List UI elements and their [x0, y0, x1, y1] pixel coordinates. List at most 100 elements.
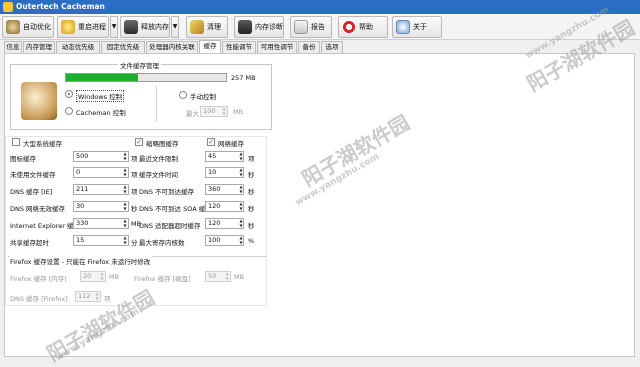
memory-chip-icon [124, 20, 138, 34]
network-cache-label: 网络缓存 [218, 140, 244, 148]
field-label: DNS 不可到达缓存 [139, 188, 195, 196]
manual-control-radio[interactable] [179, 91, 187, 99]
shared-cache-timeout-spinner[interactable]: ▲ ▼ [122, 235, 128, 246]
network-cache-checkbox[interactable]: ✓ [207, 138, 215, 146]
field-label: 未使用文件缓存 [10, 171, 56, 179]
field-label: 图标缓存 [10, 155, 36, 163]
unit-label: 秒 [248, 205, 255, 213]
cacheman-control-label: Cacheman 控制 [76, 109, 126, 117]
field-label: DNS 网络无效缓存 [10, 205, 66, 213]
restart-process-icon [61, 20, 75, 34]
dns-negative-cache-spinner[interactable]: ▲ ▼ [122, 201, 128, 212]
max-label: 最大 [186, 110, 199, 118]
windows-control-radio[interactable] [65, 90, 73, 98]
field-label: Internet Explorer 缓存 [10, 222, 81, 230]
title-bar: Outertech Cacheman [0, 0, 640, 14]
field-label: 最大寄存内核数 [139, 239, 185, 247]
firefox-disk-unit: MB [234, 273, 245, 281]
unit-label: 项 [131, 171, 138, 179]
tab-fixed-priority[interactable]: 固定优先级 [101, 41, 145, 53]
tab-options[interactable]: 选项 [321, 41, 343, 53]
window-title: Outertech Cacheman [16, 2, 105, 11]
dns-cache-ie-input[interactable]: 211 [73, 184, 129, 195]
radio-divider [156, 86, 157, 122]
tab-core-affinity[interactable]: 处理器内核关联 [146, 41, 198, 53]
dns-adapter-timeout-spinner[interactable]: ▲ ▼ [238, 218, 244, 229]
cache-file-time-spinner[interactable]: ▲ ▼ [238, 167, 244, 178]
unit-label: 项 [248, 155, 255, 163]
toolbar: 自动优化 重启进程 ▼ 释放内存 ▼ 清理 内存诊断 报告 帮助 关于 [0, 14, 640, 40]
icon-cache-spinner[interactable]: ▲ ▼ [122, 151, 128, 162]
auto-optimize-label: 自动优化 [23, 23, 51, 31]
firefox-dns-label: DNS 缓存 [Firefox] [10, 295, 68, 303]
unused-file-cache-input[interactable]: 0 [73, 167, 129, 178]
unit-label: 项 [131, 188, 138, 196]
large-system-cache-label: 大型系统缓存 [23, 140, 62, 148]
unused-file-cache-spinner[interactable]: ▲ ▼ [122, 167, 128, 178]
help-label: 帮助 [359, 23, 373, 31]
about-label: 关于 [413, 23, 427, 31]
cleanup-button[interactable]: 清理 [186, 16, 228, 38]
memory-diagnosis-button[interactable]: 内存诊断 [234, 16, 284, 38]
report-icon [294, 20, 308, 34]
field-label: 共享缓存超时 [10, 239, 49, 247]
unit-label: 秒 [248, 188, 255, 196]
firefox-dns-spinner[interactable]: ▲ ▼ [94, 291, 100, 302]
field-label: 最近文件限制 [139, 155, 178, 163]
help-button[interactable]: 帮助 [338, 16, 388, 38]
shared-cache-timeout-input[interactable]: 15 [73, 235, 129, 246]
file-cache-title: 文件缓存管理 [118, 60, 161, 70]
dns-cache-ie-spinner[interactable]: ▲ ▼ [122, 184, 128, 195]
tab-dynamic-priority[interactable]: 动态优先级 [56, 41, 100, 53]
lifebuoy-icon [342, 20, 356, 34]
large-system-cache-checkbox[interactable] [12, 138, 20, 146]
tab-cache[interactable]: 缓存 [199, 40, 221, 53]
cacheman-control-radio[interactable] [65, 107, 73, 115]
about-button[interactable]: 关于 [392, 16, 442, 38]
unit-label: 项 [131, 155, 138, 163]
tab-usability-tuning[interactable]: 可用性调节 [257, 41, 297, 53]
cleanup-label: 清理 [207, 23, 221, 31]
file-cache-progress-bar [65, 73, 227, 82]
dns-soa-cache-spinner[interactable]: ▲ ▼ [238, 201, 244, 212]
about-icon [396, 20, 410, 34]
tab-performance-tuning[interactable]: 性能调节 [222, 41, 256, 53]
dns-unreachable-cache-spinner[interactable]: ▲ ▼ [238, 184, 244, 195]
unit-label: % [248, 237, 255, 245]
firefox-memory-spinner[interactable]: ▲ ▼ [99, 271, 105, 282]
firefox-memory-label: Firefox 缓存 [内存] [10, 275, 67, 283]
recent-file-limit-spinner[interactable]: ▲ ▼ [238, 151, 244, 162]
max-registered-cores-spinner[interactable]: ▲ ▼ [238, 235, 244, 246]
tab-backup[interactable]: 备份 [298, 41, 320, 53]
windows-control-label: Windows 控制 [76, 90, 125, 102]
icon-cache-input[interactable]: 500 [73, 151, 129, 162]
file-cache-progress-fill [66, 74, 138, 81]
firefox-disk-label: Firefox 缓存 [磁盘] [134, 275, 191, 283]
restart-process-button[interactable]: 重启进程 [57, 16, 109, 38]
thumbnail-cache-checkbox[interactable]: ✓ [135, 138, 143, 146]
app-icon [3, 2, 13, 12]
firefox-disk-spinner[interactable]: ▲ ▼ [224, 271, 230, 282]
auto-optimize-icon [6, 20, 20, 34]
free-memory-button[interactable]: 释放内存 [120, 16, 170, 38]
dns-negative-cache-input[interactable]: 30 [73, 201, 129, 212]
ie-cache-input[interactable]: 330 [73, 218, 129, 229]
manual-control-label: 手动控制 [190, 93, 216, 101]
free-memory-dropdown[interactable]: ▼ [171, 16, 179, 38]
unit-label: 秒 [131, 205, 138, 213]
restart-process-dropdown[interactable]: ▼ [110, 16, 118, 38]
broom-icon [190, 20, 204, 34]
cache-tools-icon [21, 82, 57, 120]
auto-optimize-button[interactable]: 自动优化 [2, 16, 54, 38]
max-unit: MB [233, 108, 244, 116]
report-button[interactable]: 报告 [290, 16, 332, 38]
unit-label: 分 [131, 239, 138, 247]
max-cache-spinner[interactable]: ▲ ▼ [221, 106, 227, 117]
tab-info[interactable]: 信息 [4, 41, 22, 53]
field-label: DNS 不可到达 SOA 缓存 [139, 205, 212, 213]
file-cache-size: 257 MB [231, 74, 256, 82]
ie-cache-spinner[interactable]: ▲ ▼ [122, 218, 128, 229]
report-label: 报告 [311, 23, 325, 31]
diagnosis-chip-icon [238, 20, 252, 34]
tab-memory-management[interactable]: 内存管理 [23, 41, 55, 53]
